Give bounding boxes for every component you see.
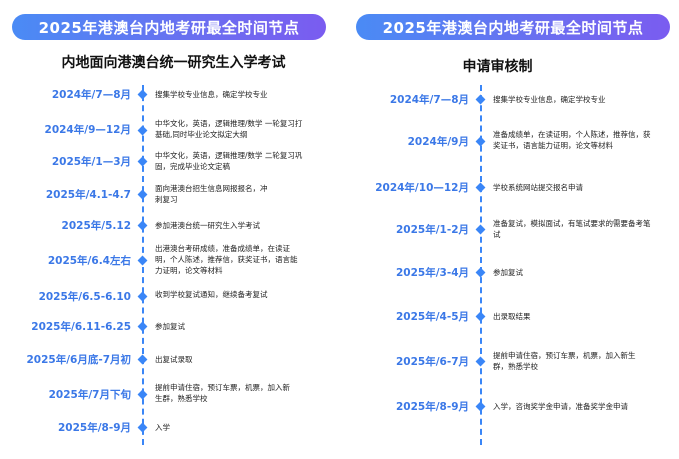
timeline-desc: 入学 (155, 423, 170, 432)
timeline-date: 2025年/4.1-4.7 (45, 189, 131, 201)
timeline-date: 2025年/6.4左右 (47, 255, 131, 267)
left-banner: 2025年港澳台内地考研最全时间节点 (12, 14, 326, 40)
right-panel: 2025年港澳台内地考研最全时间节点 申请审核制 2024年/7—8月 搜集学校… (340, 0, 679, 459)
diamond-node-icon (137, 422, 148, 433)
left-subtitle: 内地面向港澳台统一研究生入学考试 (61, 55, 286, 71)
diamond-node-icon (475, 356, 486, 367)
timeline-date: 2024年/9—12月 (44, 124, 131, 136)
timeline-date: 2025年/7月下旬 (48, 389, 131, 401)
diamond-node-icon (137, 89, 148, 100)
diamond-node-icon (475, 136, 486, 147)
timeline-date: 2024年/7—8月 (389, 94, 469, 106)
timeline-desc: 出港澳台考研成绩，准备成绩单，在读证明，个人陈述，推荐信，获奖证书，语言能力证明… (155, 244, 298, 275)
diamond-node-icon (137, 189, 148, 200)
diamond-node-icon (137, 389, 148, 400)
timeline-date: 2025年/5.12 (61, 220, 131, 232)
diamond-node-icon (475, 401, 486, 412)
timeline-date: 2025年/6月底-7月初 (26, 354, 131, 366)
timeline-desc: 提前申请住宿，预订车票，机票，加入新生群，熟悉学校 (155, 383, 290, 403)
diamond-node-icon (475, 311, 486, 322)
diamond-node-icon (137, 156, 148, 167)
timeline-desc: 提前申请住宿，预订车票，机票，加入新生群，熟悉学校 (493, 351, 636, 371)
timeline-date: 2025年/4-5月 (395, 311, 469, 323)
timeline-desc: 参加港澳台统一研究生入学考试 (155, 221, 260, 230)
diamond-node-icon (475, 224, 486, 235)
timeline-date: 2025年/3-4月 (395, 267, 469, 279)
timeline-date: 2025年/1-2月 (395, 224, 469, 236)
diamond-node-icon (475, 267, 486, 278)
right-subtitle: 申请审核制 (462, 59, 533, 75)
timeline-desc: 中华文化，英语，逻辑推理/数学 一轮复习打基础,同时毕业论文拟定大纲 (155, 119, 303, 139)
timeline-date: 2024年/10—12月 (375, 182, 469, 194)
timeline-date: 2025年/6-7月 (395, 356, 469, 368)
timeline-date: 2024年/9月 (407, 136, 469, 148)
diamond-node-icon (137, 255, 148, 266)
diamond-node-icon (137, 125, 148, 136)
timeline-desc: 入学，咨询奖学金申请，准备奖学金申请 (493, 402, 628, 411)
timeline-desc: 参加复试 (493, 268, 523, 277)
timeline-desc: 搜集学校专业信息，确定学校专业 (155, 90, 268, 99)
timeline-desc: 准备复试，模拟面试，有笔试要求的需要备考笔试 (493, 219, 651, 239)
timeline-desc: 面向港澳台招生信息网报报名，冲刺复习 (155, 184, 268, 204)
timeline-desc: 搜集学校专业信息，确定学校专业 (493, 95, 606, 104)
diamond-node-icon (475, 182, 486, 193)
timeline-desc: 准备成绩单，在读证明，个人陈述，推荐信，获奖证书，语言能力证明，论文等材料 (493, 130, 651, 150)
diamond-node-icon (137, 220, 148, 231)
diamond-node-icon (137, 321, 148, 332)
left-panel: 2025年港澳台内地考研最全时间节点 内地面向港澳台统一研究生入学考试 2024… (0, 0, 339, 459)
diamond-node-icon (137, 291, 148, 302)
diamond-node-icon (475, 94, 486, 105)
timeline-date: 2025年/8-9月 (57, 422, 131, 434)
timeline-desc: 出复试录取 (155, 355, 193, 364)
timeline-date: 2025年/1—3月 (51, 156, 131, 168)
timeline-desc: 参加复试 (155, 322, 185, 331)
timeline-desc: 学校系统网站提交报名申请 (493, 183, 583, 192)
timeline-desc: 中华文化，英语，逻辑推理/数学 二轮复习巩固，完成毕业论文定稿 (155, 151, 303, 171)
timeline-date: 2024年/7—8月 (51, 89, 131, 101)
timeline-desc: 出录取结果 (493, 312, 531, 321)
timeline-date: 2025年/8-9月 (395, 401, 469, 413)
timeline-date: 2025年/6.5-6.10 (38, 291, 131, 303)
diamond-node-icon (137, 354, 148, 365)
right-banner: 2025年港澳台内地考研最全时间节点 (356, 14, 670, 40)
timeline-date: 2025年/6.11-6.25 (31, 321, 131, 333)
timeline-desc: 收到学校复试通知，继续备考复试 (155, 290, 268, 299)
